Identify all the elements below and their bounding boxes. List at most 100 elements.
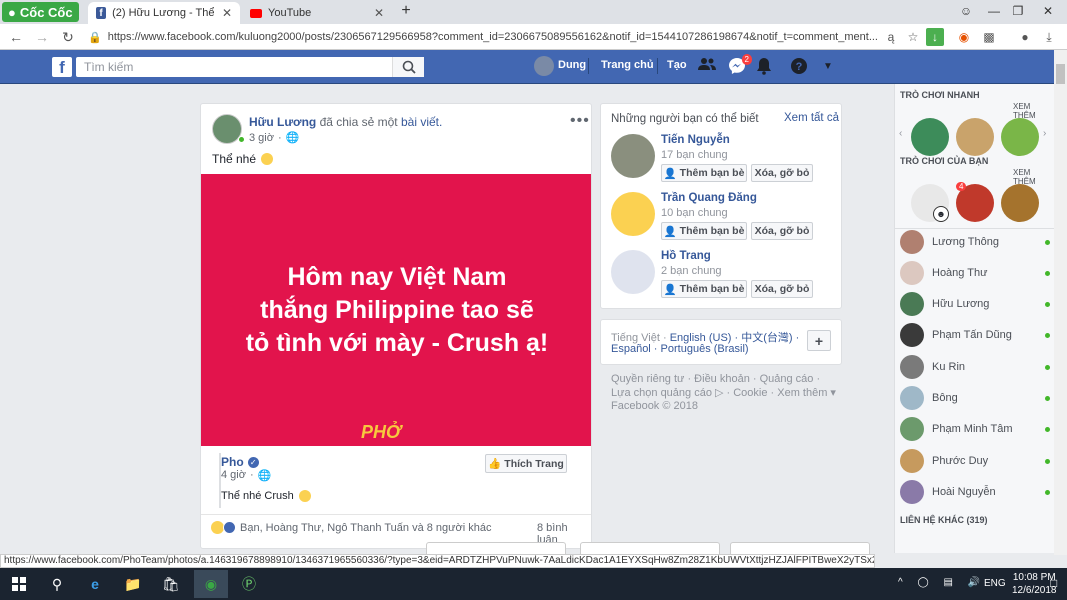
person-name-link[interactable]: Trần Quang Đăng <box>661 192 757 204</box>
shared-image[interactable]: Hôm nay Việt Nam thắng Philippine tao sẽ… <box>201 174 591 446</box>
see-all-link[interactable]: Xem tất cả <box>784 112 839 124</box>
chat-contact[interactable]: Phước Duy <box>900 448 1050 474</box>
language-link[interactable]: Español · <box>611 343 657 355</box>
person-name-link[interactable]: Hồ Trang <box>661 250 711 262</box>
extension-icon[interactable]: ▩ <box>980 28 998 46</box>
shared-time-link[interactable]: 4 giờ <box>221 469 246 482</box>
like-page-button[interactable]: 👍 Thích Trang <box>485 454 567 473</box>
tab-facebook[interactable]: f (2) Hữu Lương - Thể nhé ✕ <box>88 2 240 24</box>
add-friend-icon: 👤 <box>663 225 677 238</box>
shared-post-link[interactable]: bài viết. <box>401 115 442 129</box>
remove-suggestion-button[interactable]: Xóa, gỡ bỏ <box>751 164 813 182</box>
globe-icon: 🌐 <box>257 470 272 482</box>
system-tray-icons[interactable]: ^ ◯ ▤ 🔊 <box>898 577 986 588</box>
online-dot <box>1045 426 1050 432</box>
footer-links[interactable]: Lựa chọn quảng cáo ▷ · Cookie · Xem thêm… <box>611 387 836 401</box>
add-language-button[interactable]: + <box>807 330 831 351</box>
tab-youtube[interactable]: YouTube ✕ <box>242 2 392 24</box>
messenger-icon[interactable]: 2 <box>728 54 752 77</box>
add-friend-button[interactable]: 👤 Thêm bạn bè <box>661 280 747 298</box>
game-thumbnail[interactable] <box>956 118 994 156</box>
facebook-icon: f <box>96 7 107 19</box>
contact-avatar <box>900 230 924 254</box>
chat-contact[interactable]: Phạm Tấn Dũng <box>900 322 1050 348</box>
chat-contact[interactable]: Hoài Nguyễn <box>900 479 1050 505</box>
person-avatar[interactable] <box>611 134 655 178</box>
bookmark-star-icon[interactable]: ☆ <box>904 28 922 46</box>
upwork-icon[interactable]: Ⓟ <box>232 570 266 598</box>
account-menu-chevron-icon[interactable]: ▼ <box>818 57 838 77</box>
shared-page-link[interactable]: Pho <box>221 455 244 469</box>
language-link[interactable]: 中文(台灣) · <box>741 332 799 344</box>
close-tab-icon[interactable]: ✕ <box>374 6 384 20</box>
chat-contact[interactable]: Phạm Minh Tâm <box>900 416 1050 442</box>
carousel-next-icon[interactable]: › <box>1043 128 1046 139</box>
notifications-icon[interactable] <box>756 57 776 77</box>
page-scrollbar[interactable] <box>1054 50 1067 555</box>
help-icon[interactable]: ? <box>790 57 810 77</box>
chat-tab[interactable] <box>730 542 870 554</box>
reactions-row[interactable]: Bạn, Hoàng Thư, Ngô Thanh Tuấn và 8 ngườ… <box>211 521 491 534</box>
chat-contact[interactable]: Hữu Lương <box>900 291 1050 317</box>
carousel-prev-icon[interactable]: ‹ <box>899 128 902 139</box>
footer-links[interactable]: Quyền riêng tư · Điều khoản · Quảng cáo … <box>611 373 836 387</box>
game-thumbnail[interactable] <box>1001 184 1039 222</box>
start-windows-icon[interactable] <box>2 570 36 598</box>
remove-suggestion-button[interactable]: Xóa, gỡ bỏ <box>751 280 813 298</box>
forward-button[interactable]: → <box>32 27 52 47</box>
search-button[interactable] <box>392 57 424 77</box>
store-icon[interactable]: 🛍 <box>154 570 188 598</box>
search-input[interactable]: Tìm kiếm <box>76 57 424 77</box>
new-tab-button[interactable]: + <box>396 2 416 22</box>
add-friend-button[interactable]: 👤 Thêm bạn bè <box>661 222 747 240</box>
language-indicator[interactable]: ENG <box>984 578 1006 589</box>
create-link[interactable]: Tạo <box>667 59 687 71</box>
chat-tab[interactable] <box>580 542 720 554</box>
author-name-link[interactable]: Hữu Lương <box>249 115 316 129</box>
post-text: Thể nhé <box>212 152 257 166</box>
friend-requests-icon[interactable] <box>698 57 718 77</box>
url-field[interactable]: 🔒 https://www.facebook.com/kuluong2000/p… <box>88 27 888 47</box>
notification-center-icon[interactable]: □ <box>1050 576 1057 590</box>
coccoc-extension-icon[interactable]: ◉ <box>955 28 973 46</box>
person-avatar[interactable] <box>611 192 655 236</box>
scrollbar-thumb[interactable] <box>1056 64 1065 84</box>
person-avatar[interactable] <box>611 250 655 294</box>
status-url-text: https://www.facebook.com/PhoTeam/photos/… <box>4 555 874 566</box>
game-thumbnail[interactable] <box>911 118 949 156</box>
online-dot <box>1045 458 1050 464</box>
person-name-link[interactable]: Tiến Nguyễn <box>661 134 730 146</box>
profile-link[interactable]: Dung <box>558 59 586 71</box>
game-thumbnail[interactable] <box>1001 118 1039 156</box>
download-icon[interactable]: ⤓ <box>1040 28 1058 46</box>
chat-contact[interactable]: Hoàng Thư <box>900 260 1050 286</box>
edge-browser-icon[interactable]: e <box>78 570 112 598</box>
profile-icon[interactable]: ● <box>1016 28 1034 46</box>
coccoc-taskbar-icon[interactable]: ◉ <box>194 570 228 598</box>
user-avatar[interactable] <box>534 56 554 76</box>
back-button[interactable]: ← <box>6 27 26 47</box>
close-tab-icon[interactable]: ✕ <box>222 6 232 20</box>
post-options-icon[interactable]: ••• <box>570 112 590 130</box>
chat-contact[interactable]: Lương Thông <box>900 229 1050 255</box>
download-extension-icon[interactable]: ↓ <box>926 28 944 46</box>
contact-avatar <box>900 355 924 379</box>
add-friend-button[interactable]: 👤 Thêm bạn bè <box>661 164 747 182</box>
close-window-button[interactable]: ✕ <box>1030 0 1066 22</box>
remove-suggestion-button[interactable]: Xóa, gỡ bỏ <box>751 222 813 240</box>
contact-name: Phạm Tấn Dũng <box>932 329 1012 341</box>
reload-button[interactable]: ↻ <box>58 27 78 47</box>
chat-contact[interactable]: Bông <box>900 385 1050 411</box>
browser-brand-label: Cốc Cốc <box>19 4 73 20</box>
language-link[interactable]: Português (Brasil) <box>661 343 749 355</box>
chat-tab[interactable] <box>426 542 566 554</box>
chat-contact[interactable]: Ku Rin <box>900 354 1050 380</box>
translate-icon[interactable]: ą <box>882 28 900 46</box>
coccoc-logo[interactable]: ● Cốc Cốc <box>2 2 79 22</box>
home-link[interactable]: Trang chủ <box>601 59 654 71</box>
file-explorer-icon[interactable]: 📁 <box>116 570 150 598</box>
search-icon[interactable]: ⚲ <box>40 570 74 598</box>
contact-avatar <box>900 480 924 504</box>
facebook-logo[interactable]: f <box>52 57 72 77</box>
post-time-link[interactable]: 3 giờ <box>249 132 274 144</box>
